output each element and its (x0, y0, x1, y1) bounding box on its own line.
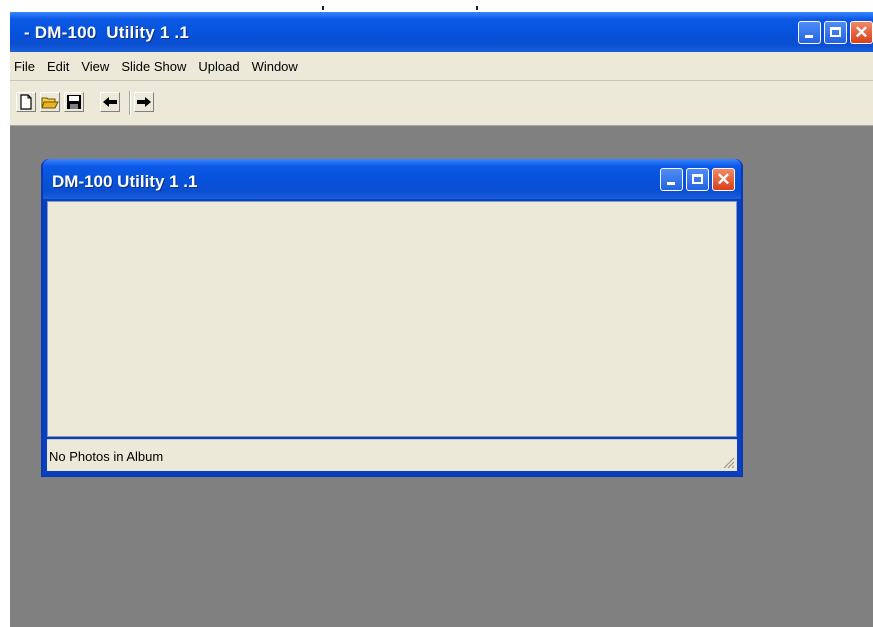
open-button[interactable] (40, 92, 60, 112)
maximize-icon (692, 174, 703, 184)
menu-view[interactable]: View (75, 59, 115, 74)
resize-grip-icon[interactable] (721, 455, 735, 469)
toolbar-separator-highlight (130, 91, 131, 115)
menubar: File Edit View Slide Show Upload Window (10, 52, 873, 81)
forward-button[interactable] (134, 92, 154, 112)
child-maximize-button[interactable] (686, 168, 709, 191)
open-folder-icon (41, 97, 59, 109)
main-minimize-button[interactable] (798, 21, 821, 44)
child-window-title: DM-100 Utility 1 .1 (52, 172, 198, 191)
back-button[interactable] (100, 92, 120, 112)
new-document-icon (20, 94, 32, 110)
album-content-area[interactable] (47, 201, 737, 437)
minimize-icon (805, 35, 813, 38)
save-disk-icon (67, 95, 81, 109)
arrow-left-icon (103, 97, 117, 107)
status-text: No Photos in Album (49, 449, 164, 464)
toolbar (10, 81, 873, 126)
minimize-icon (667, 182, 675, 185)
status-bar: No Photos in Album (47, 439, 737, 471)
close-icon: ✕ (854, 23, 869, 42)
menu-edit[interactable]: Edit (41, 59, 75, 74)
main-titlebar[interactable]: - DM-100 Utility 1 .1 ✕ (10, 12, 873, 52)
close-icon: ✕ (716, 170, 731, 189)
new-button[interactable] (16, 92, 36, 112)
menu-file[interactable]: File (10, 59, 41, 74)
menu-window[interactable]: Window (246, 59, 304, 74)
top-tick-mark (476, 6, 478, 10)
top-tick-mark (322, 6, 324, 10)
top-strip (0, 0, 873, 12)
menu-slide-show[interactable]: Slide Show (115, 59, 192, 74)
main-caption-buttons: ✕ (798, 21, 873, 44)
child-minimize-button[interactable] (660, 168, 683, 191)
child-caption-buttons: ✕ (660, 168, 735, 191)
child-titlebar[interactable]: DM-100 Utility 1 .1 ✕ (43, 159, 741, 199)
main-close-button[interactable]: ✕ (850, 21, 873, 44)
maximize-icon (830, 27, 841, 37)
menu-upload[interactable]: Upload (192, 59, 245, 74)
main-maximize-button[interactable] (824, 21, 847, 44)
album-child-window: DM-100 Utility 1 .1 ✕ No Photos in Album (41, 159, 743, 477)
arrow-right-icon (137, 97, 151, 107)
main-window-title: - DM-100 Utility 1 .1 (24, 23, 189, 42)
child-close-button[interactable]: ✕ (712, 168, 735, 191)
save-button[interactable] (64, 92, 84, 112)
